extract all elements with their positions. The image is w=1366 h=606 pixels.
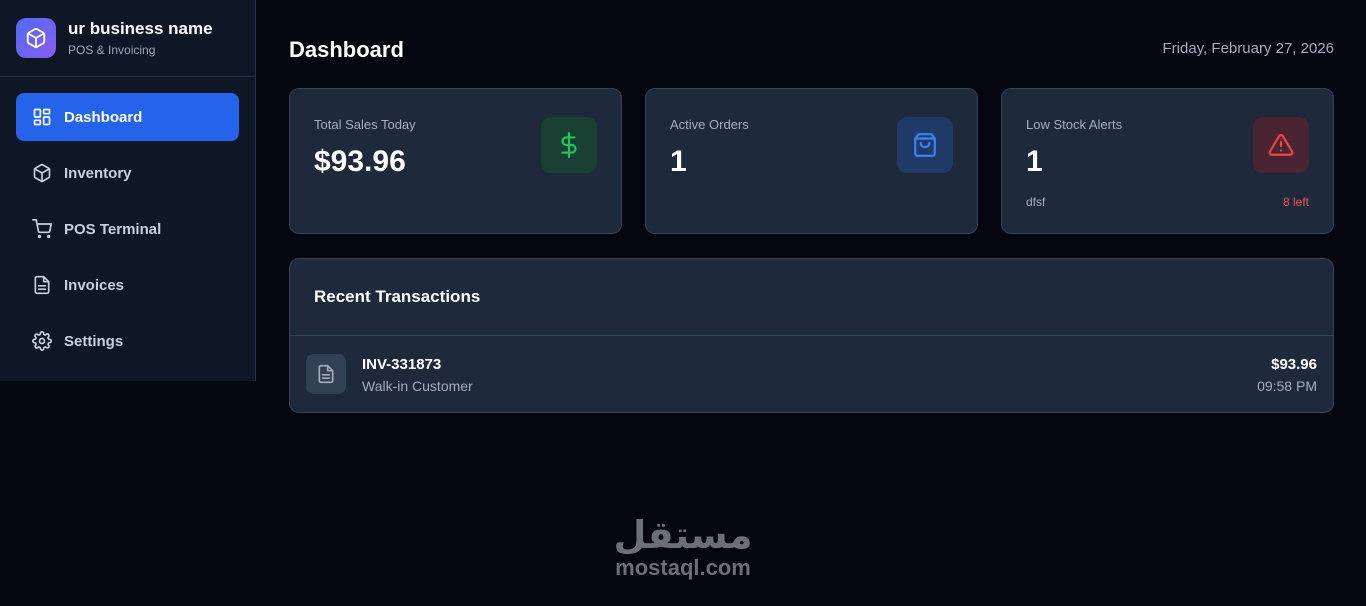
cart-icon xyxy=(32,219,52,239)
package-icon xyxy=(16,18,56,58)
stat-value: 1 xyxy=(1026,145,1043,178)
sidebar-item-label: Inventory xyxy=(64,164,132,182)
transaction-time: 09:58 PM xyxy=(1257,378,1317,394)
sidebar-item-invoices[interactable]: Invoices xyxy=(16,261,239,309)
dashboard-grid-icon xyxy=(32,107,52,127)
file-text-icon xyxy=(306,354,346,394)
gear-icon xyxy=(32,331,52,351)
stat-label: Low Stock Alerts xyxy=(1026,117,1123,132)
sidebar-item-settings[interactable]: Settings xyxy=(16,317,239,365)
stat-value: $93.96 xyxy=(314,145,406,178)
transaction-id: INV-331873 xyxy=(362,356,442,373)
current-date: Friday, February 27, 2026 xyxy=(1162,40,1334,57)
sidebar-item-label: Dashboard xyxy=(64,108,143,126)
sidebar-item-label: POS Terminal xyxy=(64,220,162,238)
sidebar-item-label: Settings xyxy=(64,332,124,350)
sidebar-item-dashboard[interactable]: Dashboard xyxy=(16,93,239,141)
box-icon xyxy=(32,163,52,183)
brand-header: ur business name POS & Invoicing xyxy=(0,0,255,77)
brand-subtitle: POS & Invoicing xyxy=(68,43,156,57)
file-text-icon xyxy=(32,275,52,295)
watermark-arabic: مستقل xyxy=(613,513,753,557)
stat-card-total-sales: Total Sales Today $93.96 xyxy=(289,88,622,234)
watermark-logo: مستقل mostaql.com xyxy=(603,515,763,581)
low-stock-item-status: 8 left xyxy=(1282,195,1309,209)
stat-card-low-stock: Low Stock Alerts 1 dfsf 8 left xyxy=(1001,88,1334,234)
sidebar: ur business name POS & Invoicing Dashboa… xyxy=(0,0,256,381)
dollar-icon xyxy=(541,117,597,173)
brand-name: ur business name xyxy=(68,19,213,38)
watermark-latin: mostaql.com xyxy=(615,555,751,580)
low-stock-item-name: dfsf xyxy=(1026,195,1046,209)
section-title: Recent Transactions xyxy=(290,259,1333,336)
stat-label: Total Sales Today xyxy=(314,117,416,132)
stat-value: 1 xyxy=(670,145,687,178)
alert-triangle-icon xyxy=(1253,117,1309,173)
sidebar-item-label: Invoices xyxy=(64,276,125,294)
stat-label: Active Orders xyxy=(670,117,749,132)
transaction-customer: Walk-in Customer xyxy=(362,378,473,394)
stat-card-active-orders: Active Orders 1 xyxy=(645,88,978,234)
sidebar-item-pos-terminal[interactable]: POS Terminal xyxy=(16,205,239,253)
transaction-row[interactable]: INV-331873 Walk-in Customer $93.96 09:58… xyxy=(290,336,1333,412)
page-title: Dashboard xyxy=(289,37,404,62)
recent-transactions-panel: Recent Transactions INV-331873 Walk-in C… xyxy=(289,258,1334,413)
sidebar-item-inventory[interactable]: Inventory xyxy=(16,149,239,197)
transaction-amount: $93.96 xyxy=(1271,356,1317,373)
shopping-bag-icon xyxy=(897,117,953,173)
sidebar-nav: Dashboard Inventory POS Terminal Invoice… xyxy=(0,77,255,389)
